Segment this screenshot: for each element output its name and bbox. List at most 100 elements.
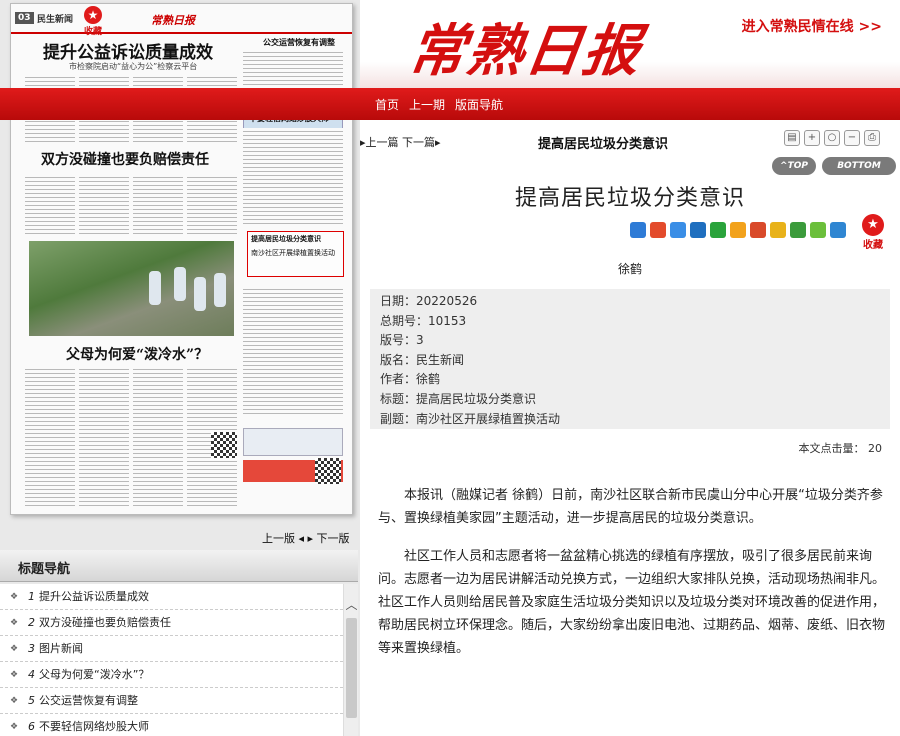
title-nav-item[interactable]: ❖ 1 提升公益诉讼质量成效 bbox=[0, 584, 358, 610]
meta-key: 副题： bbox=[380, 411, 417, 426]
star-icon: ★ bbox=[84, 6, 102, 24]
meta-key: 日期： bbox=[380, 294, 417, 308]
share-icons bbox=[630, 222, 846, 238]
meta-key: 作者： bbox=[380, 372, 417, 387]
text-column bbox=[133, 366, 183, 506]
text-column bbox=[79, 174, 129, 234]
bullet-icon: ❖ bbox=[10, 644, 19, 654]
newspaper-page-thumbnail[interactable]: 03 民生新闻 ★ 收藏 常熟日报 提升公益诉讼质量成效 市检察院启动“益心为公”… bbox=[10, 3, 353, 515]
share-tieba-icon[interactable] bbox=[750, 222, 766, 238]
title-nav-item[interactable]: ❖ 3 图片新闻 bbox=[0, 636, 358, 662]
tool-icons: ▤ + ○ − ⎙ bbox=[784, 130, 880, 146]
text-column bbox=[79, 366, 129, 506]
meta-value: 10153 bbox=[428, 313, 467, 328]
meta-page-no: 版号：3 bbox=[380, 331, 880, 351]
highlight-title: 提高居民垃圾分类意识 bbox=[251, 235, 321, 243]
meta-key: 版号： bbox=[380, 333, 417, 348]
title-nav-item[interactable]: ❖ 4 父母为何爱“泼冷水”？ bbox=[0, 662, 358, 688]
paper-subheadline: 市检察院启动“益心为公”检察云平台 bbox=[69, 62, 198, 71]
bullet-icon: ❖ bbox=[10, 670, 19, 680]
nav-home[interactable]: 首页 bbox=[375, 96, 399, 113]
item-label: 提升公益诉讼质量成效 bbox=[39, 590, 149, 603]
meta-key: 标题： bbox=[380, 391, 417, 406]
text-column bbox=[25, 366, 75, 506]
nav-layout[interactable]: 版面导航 bbox=[455, 96, 503, 113]
paper-favorite-label: 收藏 bbox=[83, 27, 102, 37]
meta-value: 3 bbox=[416, 333, 424, 348]
article-title: 提高居民垃圾分类意识 bbox=[514, 186, 745, 211]
nav-bar-left bbox=[0, 88, 360, 120]
prev-next-article[interactable]: ▸上一篇 下一篇▸ bbox=[360, 134, 441, 150]
item-number: 1 bbox=[28, 590, 35, 603]
meta-value: 提高居民垃圾分类意识 bbox=[416, 391, 537, 406]
print-icon[interactable]: ⎙ bbox=[864, 130, 880, 146]
scroll-thumb[interactable] bbox=[346, 618, 357, 718]
meta-issue: 总期号：10153 bbox=[380, 312, 880, 332]
share-qzone-icon[interactable] bbox=[670, 222, 686, 238]
paper-headline[interactable]: 提升公益诉讼质量成效 bbox=[43, 38, 213, 63]
title-nav-header: 标题导航 bbox=[0, 550, 358, 582]
meta-value: 南沙社区开展绿植置换活动 bbox=[416, 411, 561, 426]
enter-minqing-link[interactable]: 进入常熟民情在线 >> bbox=[735, 14, 888, 38]
meta-page-name: 版名：民生新闻 bbox=[380, 351, 880, 371]
favorite-label: 收藏 bbox=[863, 240, 883, 251]
item-label: 父母为何爱“泼冷水”？ bbox=[39, 668, 150, 681]
highlighted-article-box[interactable]: 提高居民垃圾分类意识 南沙社区开展绿植置换活动 bbox=[247, 231, 344, 277]
item-number: 6 bbox=[28, 720, 35, 733]
qr-code-icon bbox=[315, 458, 341, 484]
text-column bbox=[243, 286, 343, 416]
title-nav-item[interactable]: ❖ 5 公交运营恢复有调整 bbox=[0, 688, 358, 714]
article-favorite-button[interactable]: ★ 收藏 bbox=[860, 214, 886, 251]
zoom-reset-icon[interactable]: ○ bbox=[824, 130, 840, 146]
bullet-icon: ❖ bbox=[10, 592, 19, 602]
share-kaixin-icon[interactable] bbox=[770, 222, 786, 238]
article-paragraph: 本报讯（融媒记者 徐鹤）日前，南沙社区联合新市民虞山分中心开展“垃圾分类齐参与、… bbox=[378, 488, 883, 526]
news-photo[interactable] bbox=[29, 241, 234, 336]
title-nav-item[interactable]: ❖ 6 不要轻信网络炒股大师 bbox=[0, 714, 358, 736]
share-weibo-icon[interactable] bbox=[650, 222, 666, 238]
share-feixin-icon[interactable] bbox=[810, 222, 826, 238]
share-plus-icon[interactable] bbox=[630, 222, 646, 238]
title-nav-item[interactable]: ❖ 2 双方没碰撞也要负赔偿责任 bbox=[0, 610, 358, 636]
document-icon[interactable]: ▤ bbox=[784, 130, 800, 146]
paper-page-number: 03 bbox=[15, 12, 34, 24]
article-toolbar: ▸上一篇 下一篇▸ 提高居民垃圾分类意识 ▤ + ○ − ⎙ bbox=[360, 128, 900, 154]
meta-value: 20220526 bbox=[416, 294, 478, 308]
article-author: 徐鹤 bbox=[617, 262, 642, 276]
share-renren-icon[interactable] bbox=[690, 222, 706, 238]
nav-prev-issue[interactable]: 上一期 bbox=[409, 96, 445, 113]
back-to-top-button[interactable]: ^TOP bbox=[772, 157, 816, 175]
meta-subtitle: 副题：南沙社区开展绿植置换活动 bbox=[380, 410, 880, 430]
page-nav[interactable]: 上一版 ◂ ▸ 下一版 bbox=[262, 530, 350, 546]
page-root: 03 民生新闻 ★ 收藏 常熟日报 提升公益诉讼质量成效 市检察院启动“益心为公”… bbox=[0, 0, 900, 736]
meta-key: 总期号： bbox=[380, 313, 429, 328]
text-column bbox=[187, 174, 237, 234]
share-douban2-icon[interactable] bbox=[790, 222, 806, 238]
paper-section: 民生新闻 bbox=[37, 15, 74, 25]
photo-figure bbox=[214, 273, 226, 307]
meta-title: 标题：提高居民垃圾分类意识 bbox=[380, 390, 880, 410]
chevron-up-icon[interactable]: ︿ bbox=[344, 596, 359, 613]
go-to-bottom-button[interactable]: BOTTOM bbox=[822, 157, 896, 175]
title-list-scrollbar[interactable]: ︿ bbox=[343, 584, 358, 736]
item-number: 4 bbox=[28, 668, 35, 681]
share-wechat-icon[interactable] bbox=[710, 222, 726, 238]
paper-mast: 常熟日报 bbox=[151, 14, 195, 27]
share-count-icon[interactable] bbox=[830, 222, 846, 238]
text-column bbox=[25, 174, 75, 234]
item-label: 图片新闻 bbox=[39, 642, 83, 655]
paper-headline-3[interactable]: 父母为何爱“泼冷水”？ bbox=[66, 344, 208, 364]
zoom-out-icon[interactable]: − bbox=[844, 130, 860, 146]
site-logo[interactable]: 常熟日报 bbox=[404, 6, 647, 87]
paper-headline-2[interactable]: 双方没碰撞也要负赔偿责任 bbox=[41, 149, 209, 169]
toolbar-article-title: 提高居民垃圾分类意识 bbox=[538, 137, 669, 152]
share-douban-icon[interactable] bbox=[730, 222, 746, 238]
meta-value: 徐鹤 bbox=[416, 372, 441, 387]
paper-favorite-button[interactable]: ★ 收藏 bbox=[81, 6, 105, 37]
title-nav-list: ❖ 1 提升公益诉讼质量成效 ❖ 2 双方没碰撞也要负赔偿责任 ❖ 3 图片新闻 ❖ 4 父母为… bbox=[0, 584, 358, 736]
qr-code-icon bbox=[211, 432, 237, 458]
text-column bbox=[243, 49, 343, 93]
item-number: 2 bbox=[28, 616, 35, 629]
paper-right-title[interactable]: 公交运营恢复有调整 bbox=[263, 37, 335, 48]
zoom-in-icon[interactable]: + bbox=[804, 130, 820, 146]
